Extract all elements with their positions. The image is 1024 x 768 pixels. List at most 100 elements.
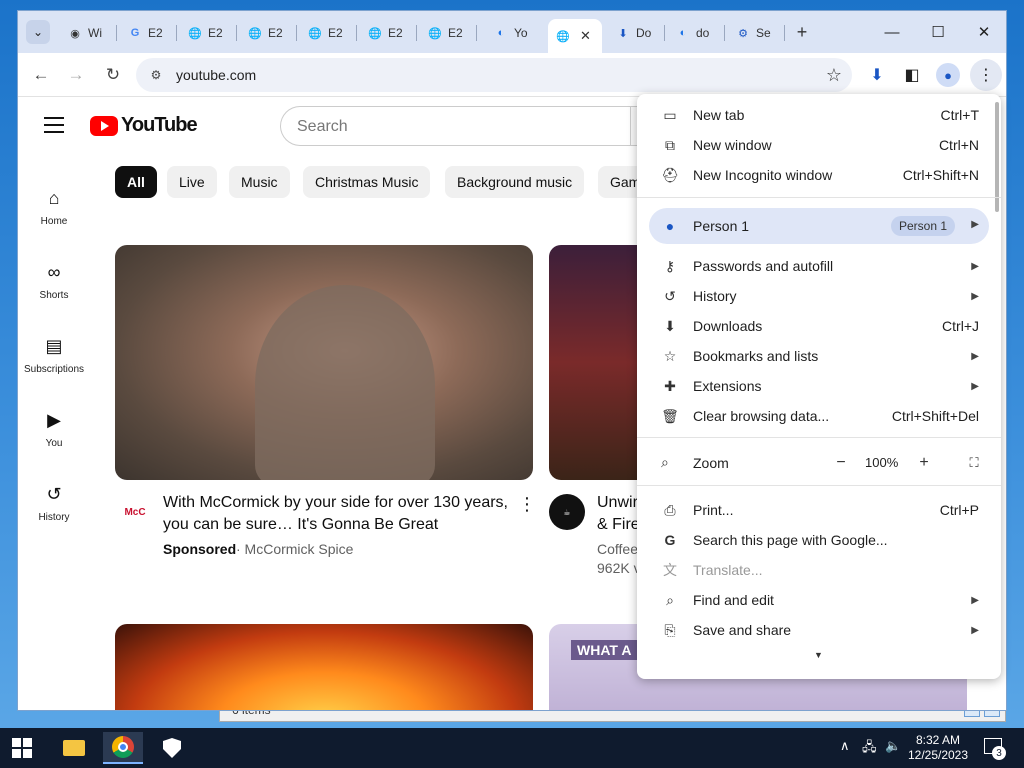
menu-divider bbox=[637, 485, 1001, 486]
channel-name-2[interactable]: Coffee bbox=[597, 541, 638, 557]
menu-item-new-incognito[interactable]: ⛑ New Incognito window Ctrl+Shift+N bbox=[637, 160, 1001, 190]
tab-label: Se bbox=[756, 26, 771, 40]
tab-7[interactable]: 🌐 E2 bbox=[420, 19, 477, 47]
start-button[interactable] bbox=[12, 738, 32, 758]
history-icon: ↺ bbox=[46, 483, 62, 504]
plus-icon: + bbox=[919, 454, 929, 471]
menu-item-find-and-edit[interactable]: ⌕ Find and edit ▶ bbox=[637, 585, 1001, 615]
menu-item-translate[interactable]: 文 Translate... bbox=[637, 555, 1001, 585]
trash-icon: 🗑 bbox=[661, 407, 679, 424]
tab-label: E2 bbox=[328, 26, 343, 40]
channel-name-1[interactable]: · McCormick Spice bbox=[236, 541, 353, 557]
minimize-button[interactable]: — bbox=[869, 19, 915, 45]
back-button[interactable]: ← bbox=[28, 62, 54, 88]
taskbar-chrome[interactable] bbox=[103, 732, 143, 764]
menu-scroll-down-icon[interactable]: ▼ bbox=[814, 650, 823, 660]
menu-item-shortcut: Ctrl+P bbox=[939, 502, 979, 518]
zoom-value: 100% bbox=[865, 455, 899, 470]
maximize-button[interactable]: ☐ bbox=[915, 19, 961, 45]
tab-label: do bbox=[696, 26, 710, 40]
menu-item-save-and-share[interactable]: ⎘ Save and share ▶ bbox=[637, 615, 1001, 645]
globe-icon: 🌐 bbox=[188, 27, 202, 40]
address-bar[interactable]: ⚙ youtube.com ☆ bbox=[136, 58, 852, 92]
tab-8[interactable]: ◐ Yo bbox=[486, 19, 543, 47]
sidebar-item-you[interactable]: ▶ You bbox=[18, 408, 90, 450]
chip-all[interactable]: All bbox=[115, 166, 157, 198]
menu-item-search-with-google[interactable]: G Search this page with Google... bbox=[637, 525, 1001, 555]
url-text[interactable]: youtube.com bbox=[176, 67, 256, 83]
video-thumbnail-1[interactable] bbox=[115, 245, 533, 480]
close-window-button[interactable]: ✕ bbox=[961, 19, 1006, 45]
sidebar-item-shorts[interactable]: ∞ Shorts bbox=[18, 260, 90, 302]
tab-search-button[interactable]: ⌄ bbox=[26, 20, 50, 44]
menu-item-passwords[interactable]: ⚷ Passwords and autofill ▶ bbox=[637, 251, 1001, 281]
menu-item-history[interactable]: ↺ History ▶ bbox=[637, 281, 1001, 311]
show-hidden-icons-icon[interactable]: ∧ bbox=[840, 738, 850, 754]
taskbar-file-explorer[interactable] bbox=[54, 732, 94, 764]
chip-music[interactable]: Music bbox=[229, 166, 290, 198]
sidebar-item-subscriptions[interactable]: ▤ Subscriptions bbox=[18, 334, 90, 376]
tab-6[interactable]: 🌐 E2 bbox=[360, 19, 417, 47]
chip-live[interactable]: Live bbox=[167, 166, 217, 198]
reload-button[interactable]: ↻ bbox=[100, 62, 126, 88]
menu-item-shortcut: Ctrl+J bbox=[942, 318, 979, 334]
zoom-out-button[interactable]: − bbox=[827, 449, 855, 477]
tab-active[interactable]: 🌐 ✕ bbox=[548, 19, 602, 53]
system-clock[interactable]: 8:32 AM 12/25/2023 bbox=[902, 733, 974, 763]
menu-item-label: New tab bbox=[693, 107, 745, 123]
menu-item-print[interactable]: ⎙ Print... Ctrl+P bbox=[637, 495, 1001, 525]
video-thumbnail-3[interactable] bbox=[115, 624, 533, 710]
video-options-icon[interactable]: ⋮ bbox=[518, 494, 536, 515]
tab-5[interactable]: 🌐 E2 bbox=[300, 19, 357, 47]
tab-3[interactable]: 🌐 E2 bbox=[180, 19, 237, 47]
tab-2[interactable]: G E2 bbox=[120, 19, 177, 47]
side-panel-button[interactable]: ◧ bbox=[900, 64, 924, 86]
chip-background-music[interactable]: Background music bbox=[445, 166, 585, 198]
tab-1[interactable]: ◉ Wi bbox=[60, 19, 117, 47]
menu-item-person[interactable]: ● Person 1 Person 1 ▶ bbox=[649, 208, 989, 244]
hamburger-menu-icon[interactable] bbox=[44, 117, 64, 133]
volume-muted-icon[interactable]: 🔈 bbox=[885, 738, 901, 754]
chrome-menu-button[interactable]: ⋮ bbox=[970, 59, 1002, 91]
video-title-1-line2[interactable]: you can be sure… It's Gonna Be Great bbox=[163, 514, 438, 536]
menu-item-bookmarks[interactable]: ☆ Bookmarks and lists ▶ bbox=[637, 341, 1001, 371]
menu-item-extensions[interactable]: ✚ Extensions ▶ bbox=[637, 371, 1001, 401]
zoom-in-button[interactable]: + bbox=[910, 449, 938, 477]
windows-taskbar: ∧ 🖧 🔈 8:32 AM 12/25/2023 3 bbox=[0, 728, 1024, 768]
downloads-button[interactable]: ⬇ bbox=[865, 64, 889, 86]
channel-avatar-coffee[interactable]: ☕ bbox=[549, 494, 585, 530]
chevron-right-icon: ▶ bbox=[971, 219, 979, 230]
network-icon[interactable]: 🖧 bbox=[862, 738, 877, 760]
site-info-icon[interactable]: ⚙ bbox=[148, 67, 164, 83]
tab-11[interactable]: ◐ do bbox=[668, 19, 725, 47]
tab-12[interactable]: ⚙ Se bbox=[728, 19, 785, 47]
notification-count-badge: 3 bbox=[992, 746, 1006, 760]
new-tab-button[interactable]: + bbox=[790, 21, 814, 43]
settings-icon: ⚙ bbox=[738, 27, 748, 40]
forward-button[interactable]: → bbox=[63, 62, 89, 88]
chip-christmas-music[interactable]: Christmas Music bbox=[303, 166, 431, 198]
menu-item-new-tab[interactable]: ▭ New tab Ctrl+T bbox=[637, 100, 1001, 130]
fullscreen-button[interactable]: ⛶ bbox=[960, 449, 988, 477]
menu-item-clear-browsing-data[interactable]: 🗑 Clear browsing data... Ctrl+Shift+Del bbox=[637, 401, 1001, 431]
menu-item-label: Translate... bbox=[693, 562, 763, 578]
tab-10[interactable]: ⬇ Do bbox=[608, 19, 665, 47]
close-tab-icon[interactable]: ✕ bbox=[580, 28, 591, 44]
video-title-1-line1[interactable]: With McCormick by your side for over 130… bbox=[163, 492, 508, 514]
taskbar-security[interactable] bbox=[152, 732, 192, 764]
search-input[interactable]: Search bbox=[280, 106, 640, 146]
youtube-logo[interactable]: YouTube bbox=[90, 114, 198, 137]
menu-item-downloads[interactable]: ⬇ Downloads Ctrl+J bbox=[637, 311, 1001, 341]
minus-icon: − bbox=[836, 454, 846, 471]
profile-button[interactable]: ● bbox=[936, 63, 960, 87]
globe-icon: 🌐 bbox=[368, 27, 382, 40]
you-icon: ▶ bbox=[47, 409, 61, 430]
video-title-2-line1[interactable]: Unwir bbox=[597, 492, 638, 514]
tab-4[interactable]: 🌐 E2 bbox=[240, 19, 297, 47]
sidebar-item-history[interactable]: ↺ History bbox=[18, 482, 90, 524]
video-title-2-line2[interactable]: & Fire bbox=[597, 514, 640, 536]
bookmark-star-icon[interactable]: ☆ bbox=[826, 65, 842, 86]
sidebar-item-home[interactable]: ⌂ Home bbox=[18, 186, 90, 228]
channel-avatar-mccormick[interactable]: McC bbox=[119, 496, 151, 528]
menu-item-new-window[interactable]: ⧉ New window Ctrl+N bbox=[637, 130, 1001, 160]
